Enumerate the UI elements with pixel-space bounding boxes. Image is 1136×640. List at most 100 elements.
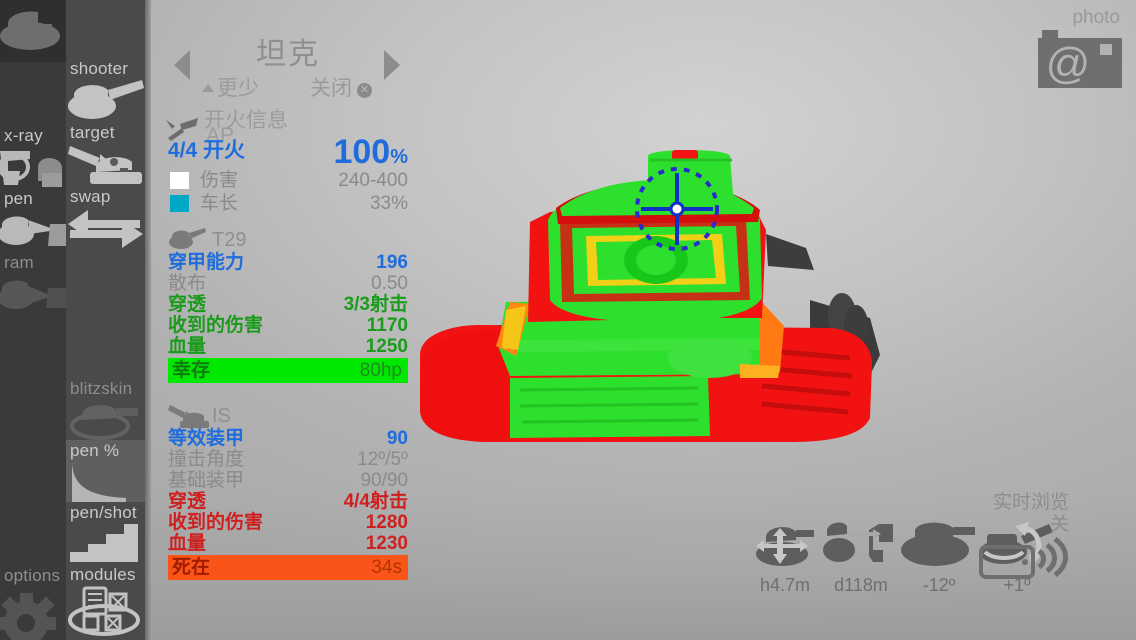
stat-key: 血量 xyxy=(168,533,207,554)
shooter-tank-icon xyxy=(66,78,145,126)
penetration-chance: 100% xyxy=(333,135,408,174)
stat-row: 收到的伤害 1170 xyxy=(168,315,408,336)
shooter-name: T29 xyxy=(212,229,247,251)
target-name: IS xyxy=(212,405,231,427)
sidebar-item-modules[interactable]: modules xyxy=(66,564,145,640)
sidebar-item-tank-preview[interactable] xyxy=(0,0,66,62)
sidebar-item-label: options xyxy=(4,566,61,585)
aim-reticle xyxy=(635,167,719,251)
sidebar-item-target[interactable]: target xyxy=(66,122,145,184)
target-tank-icon xyxy=(66,142,145,190)
dies-in-label: 死在 xyxy=(172,557,211,578)
stat-key: 穿透 xyxy=(168,491,207,512)
commander-row: 车长 33% xyxy=(168,193,408,214)
live-view-state: 关 xyxy=(1049,514,1069,535)
height-arrows-tank-icon xyxy=(756,527,814,566)
photo-button[interactable]: photo @ xyxy=(1038,8,1122,88)
target-header: IS xyxy=(168,404,408,428)
bottom-item-distance[interactable]: d118m xyxy=(821,520,901,595)
modules-icon xyxy=(66,584,145,636)
damage-color-swatch xyxy=(170,172,189,189)
caret-up-icon xyxy=(202,84,214,92)
dies-in-value: 34s xyxy=(371,557,402,578)
damage-value: 240-400 xyxy=(338,170,408,191)
live-view-toggle[interactable]: 实时浏览 关 xyxy=(941,492,1069,536)
sidebar-item-label: x-ray xyxy=(4,126,43,145)
rail-divider xyxy=(145,0,151,640)
gear-icon xyxy=(0,585,66,640)
shots-row: 4/4 开火 100% xyxy=(168,135,408,169)
app-root: x-ray pen ram options shooter target swa… xyxy=(0,0,1136,640)
damage-row: 伤害 240-400 xyxy=(168,170,408,191)
sidebar-item-ram[interactable]: ram xyxy=(0,252,66,314)
svg-text:@: @ xyxy=(1046,39,1091,88)
less-label: 更少 xyxy=(217,77,259,100)
sidebar-item-label: pen % xyxy=(70,441,120,460)
shooter-tank-icon xyxy=(168,228,206,255)
stat-row: 等效装甲 90 xyxy=(168,428,408,449)
stat-key: 基础装甲 xyxy=(168,470,245,491)
sidebar-item-swap[interactable]: swap xyxy=(66,186,145,250)
sidebar-item-x-ray[interactable]: x-ray xyxy=(0,125,66,187)
header-actions: 更少 关闭 ✕ xyxy=(160,77,416,103)
penetration-chance-value: 100 xyxy=(333,133,391,171)
sidebar-item-label: modules xyxy=(70,565,136,584)
ram-icon xyxy=(0,272,66,320)
toolbar-second-column: shooter target swap blitzskin pen % pen/… xyxy=(66,0,145,640)
sidebar-item-label: pen/shot xyxy=(70,503,137,522)
stat-value: 196 xyxy=(376,252,408,273)
bottom-item-height[interactable]: h4.7m xyxy=(745,520,825,595)
distance-caption: d118m xyxy=(834,575,888,595)
close-icon: ✕ xyxy=(357,83,372,98)
swap-arrows-icon xyxy=(66,206,145,254)
survival-value: 80hp xyxy=(359,360,402,381)
dies-in-bar: 死在 34s xyxy=(168,555,408,580)
sidebar-item-label: blitzskin xyxy=(70,379,133,398)
sidebar-item-label: ram xyxy=(4,253,34,272)
sidebar-item-label: swap xyxy=(70,187,111,206)
distance-arrows-icon xyxy=(823,522,893,562)
percent-sign: % xyxy=(390,146,408,168)
next-tank-button[interactable] xyxy=(384,50,400,80)
bottom-info-bar: h4.7m d118m -12º +1º 实时浏览 关 xyxy=(745,492,1075,598)
stat-value: 1230 xyxy=(365,533,408,554)
stat-key: 收到的伤害 xyxy=(168,315,264,336)
fire-info-panel: 4/4 开火 100% 伤害 240-400 车长 33% xyxy=(168,135,408,214)
stat-key: 血量 xyxy=(168,336,207,357)
less-toggle-button[interactable]: 更少 xyxy=(202,77,259,101)
tank-icon xyxy=(0,0,66,50)
sidebar-item-pen-shot[interactable]: pen/shot xyxy=(66,502,145,564)
pen-percent-curve-icon xyxy=(66,460,145,508)
photo-label: photo xyxy=(1072,7,1120,28)
stat-key: 穿甲能力 xyxy=(168,252,245,273)
sidebar-item-blitzskin[interactable]: blitzskin xyxy=(66,378,145,440)
stat-row: 血量 1250 xyxy=(168,336,408,357)
survival-bar: 幸存 80hp xyxy=(168,358,408,383)
target-stats-panel: IS 等效装甲 90 撞击角度 12º/5º 基础装甲 90/90 穿透 4/4… xyxy=(168,404,408,580)
close-label: 关闭 xyxy=(310,77,352,100)
close-button[interactable]: 关闭 ✕ xyxy=(310,77,372,101)
stat-row: 血量 1230 xyxy=(168,533,408,554)
stat-row: 散布 0.50 xyxy=(168,273,408,294)
stat-value: 4/4射击 xyxy=(343,491,408,512)
wifi-device-icon xyxy=(979,536,1071,586)
stat-value: 1170 xyxy=(366,315,408,336)
sidebar-item-pen[interactable]: pen xyxy=(0,188,66,251)
stat-row: 基础装甲 90/90 xyxy=(168,470,408,491)
stat-value: 90/90 xyxy=(360,470,408,491)
sidebar-item-pen-percent[interactable]: pen % xyxy=(66,440,145,502)
shooter-stats-panel: T29 穿甲能力 196 散布 0.50 穿透 3/3射击 收到的伤害 1170… xyxy=(168,228,408,383)
stat-row: 穿透 3/3射击 xyxy=(168,294,408,315)
camera-at-icon: @ xyxy=(1038,30,1122,88)
live-view-label: 实时浏览 xyxy=(992,492,1069,513)
sidebar-item-shooter[interactable]: shooter xyxy=(66,58,145,120)
shooter-header: T29 xyxy=(168,228,408,252)
stat-row: 收到的伤害 1280 xyxy=(168,512,408,533)
pen-shot-stairs-icon xyxy=(66,522,145,570)
sidebar-item-label: pen xyxy=(4,189,33,208)
stat-row: 穿甲能力 196 xyxy=(168,252,408,273)
page-title: 坦克 xyxy=(256,38,320,71)
sidebar-item-options[interactable]: options xyxy=(0,565,66,640)
stat-value: 0.50 xyxy=(371,273,408,294)
damage-label: 伤害 xyxy=(200,170,239,191)
